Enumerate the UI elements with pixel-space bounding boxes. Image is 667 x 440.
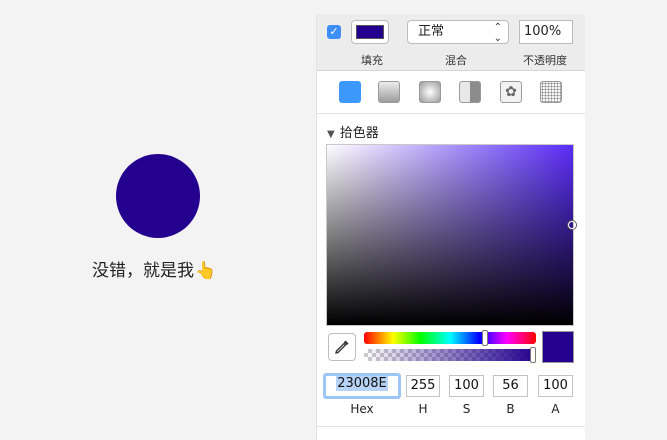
alpha-slider-thumb[interactable] xyxy=(530,347,536,363)
h-label: H xyxy=(418,402,428,416)
fill-inspector-panel: ✓ 正常 ⌃ ⌄ 100% 填充 混合 不透明度 ✿ ▼ 拾色器 23008E … xyxy=(316,14,585,440)
color-picker-title: 拾色器 xyxy=(339,126,379,141)
purple-circle[interactable] xyxy=(116,154,200,238)
hue-slider[interactable] xyxy=(364,332,536,344)
current-color-preview xyxy=(542,331,574,363)
hex-value: 23008E xyxy=(336,376,388,391)
eyedropper-button[interactable] xyxy=(328,333,356,361)
fill-color-swatch xyxy=(356,25,384,39)
a-label: A xyxy=(551,402,560,416)
divider xyxy=(317,426,585,427)
fill-row: ✓ 正常 ⌃ ⌄ 100% 填充 混合 不透明度 xyxy=(317,14,585,71)
blend-mode-value: 正常 xyxy=(418,24,445,39)
alpha-slider[interactable] xyxy=(364,349,536,361)
noise-fill-icon[interactable] xyxy=(540,81,562,103)
checkmark-icon: ✓ xyxy=(329,25,339,38)
b-label: B xyxy=(506,402,515,416)
fill-color-well[interactable] xyxy=(351,20,389,44)
hue-input[interactable]: 255 xyxy=(406,375,440,397)
up-down-chevron-icon: ⌃ ⌄ xyxy=(493,22,502,44)
s-label: S xyxy=(462,402,471,416)
blend-label: 混合 xyxy=(445,54,467,67)
saturation-brightness-handle[interactable] xyxy=(568,221,576,229)
fill-label: 填充 xyxy=(361,54,383,67)
angular-gradient-icon[interactable] xyxy=(459,81,481,103)
blend-mode-select[interactable]: 正常 ⌃ ⌄ xyxy=(407,20,509,44)
saturation-brightness-field[interactable] xyxy=(326,144,574,326)
alpha-input[interactable]: 100 xyxy=(538,375,573,397)
color-picker-header[interactable]: ▼ 拾色器 xyxy=(327,122,379,141)
saturation-input[interactable]: 100 xyxy=(449,375,484,397)
linear-gradient-icon[interactable] xyxy=(378,81,400,103)
brightness-input[interactable]: 56 xyxy=(493,375,528,397)
fill-enabled-checkbox[interactable]: ✓ xyxy=(327,25,341,39)
hex-input[interactable]: 23008E xyxy=(323,373,401,399)
radial-gradient-icon[interactable] xyxy=(419,81,441,103)
fill-type-selector: ✿ xyxy=(317,71,585,114)
opacity-label: 不透明度 xyxy=(523,54,567,67)
caption-text: 没错，就是我 xyxy=(92,261,194,281)
solid-fill-icon[interactable] xyxy=(339,81,361,103)
hex-label: Hex xyxy=(350,402,374,416)
disclosure-triangle-icon: ▼ xyxy=(327,129,335,140)
pattern-fill-icon[interactable]: ✿ xyxy=(500,81,522,103)
eyedropper-icon xyxy=(335,340,349,354)
pointing-hand-icon: 👆 xyxy=(195,261,217,281)
hue-slider-thumb[interactable] xyxy=(482,330,488,346)
canvas-caption: 没错，就是我👆 xyxy=(92,256,216,281)
opacity-input[interactable]: 100% xyxy=(519,20,573,44)
